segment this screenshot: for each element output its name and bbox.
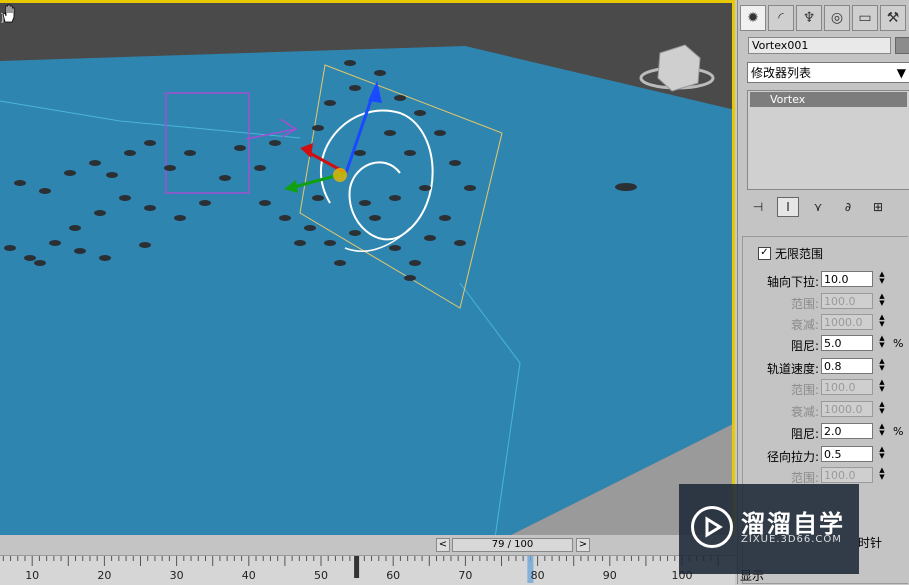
spinner-icon[interactable]: ▲ ▼ — [877, 467, 887, 483]
ruler-tick-label: 30 — [169, 569, 184, 582]
keyframe-marker — [354, 556, 360, 578]
ruler-tick-label: 60 — [386, 569, 401, 582]
time-slider-bar: < 79 / 100 > — [0, 535, 735, 555]
param-row: 范围: 100.0 ▲ ▼ — [743, 467, 909, 486]
param-field[interactable]: 10.0 — [821, 271, 873, 287]
remove-modifier-icon[interactable]: ∂ — [837, 197, 859, 217]
param-field[interactable]: 2.0 — [821, 423, 873, 439]
param-label: 范围: — [790, 383, 819, 397]
modifier-stack: Vortex — [747, 90, 909, 190]
stack-item-vortex[interactable]: Vortex — [750, 92, 907, 107]
hierarchy-tab-icon[interactable]: ♆ — [796, 5, 822, 31]
param-field[interactable]: 1000.0 — [821, 401, 873, 417]
next-frame-button[interactable]: > — [576, 538, 590, 552]
unlimited-range-row: ✓ 无限范围 — [758, 245, 823, 262]
stack-toolbar: ⊣ Ι ⋎ ∂ ⊞ — [747, 196, 909, 218]
param-field[interactable]: 5.0 — [821, 335, 873, 351]
panel-tabs: ✹ ◜ ♆ ◎ ▭ ⚒ — [740, 5, 906, 33]
param-field[interactable]: 100.0 — [821, 293, 873, 309]
ruler-tick-label: 10 — [25, 569, 40, 582]
ruler-tick-label: 70 — [458, 569, 473, 582]
param-row: 轨道速度: 0.8 ▲ ▼ — [743, 358, 909, 377]
chevron-down-icon: ▼ — [896, 65, 906, 80]
param-label: 阻尼: — [790, 339, 819, 353]
param-row: 范围: 100.0 ▲ ▼ — [743, 379, 909, 398]
param-label: 阻尼: — [790, 427, 819, 441]
perspective-viewport[interactable]: ] — [0, 0, 735, 535]
param-field[interactable]: 0.5 — [821, 446, 873, 462]
clockwise-partial-label: 时针 — [858, 536, 883, 550]
make-unique-icon[interactable]: ⋎ — [807, 197, 829, 217]
object-color-swatch[interactable] — [895, 37, 909, 54]
display-tab-icon[interactable]: ▭ — [852, 5, 878, 31]
create-tab-icon[interactable]: ✹ — [740, 5, 766, 31]
watermark-logo: 溜溜自学 ZIXUE.3D66.COM — [679, 484, 859, 574]
unlimited-range-checkbox[interactable]: ✓ — [758, 247, 771, 260]
time-slider-thumb[interactable]: 79 / 100 — [452, 538, 573, 552]
modifier-list-dropdown[interactable]: 修改器列表 ▼ — [747, 62, 909, 83]
param-label: 范围: — [790, 297, 819, 311]
param-row: 范围: 100.0 ▲ ▼ — [743, 293, 909, 312]
unlimited-range-label: 无限范围 — [775, 247, 824, 261]
object-name-field[interactable]: Vortex001 — [748, 37, 891, 54]
param-label: 轨道速度: — [766, 362, 819, 376]
param-label: 衰减: — [790, 405, 819, 419]
modifier-list-label: 修改器列表 — [751, 66, 812, 80]
param-row: 径向拉力: 0.5 ▲ ▼ — [743, 446, 909, 465]
param-row: 阻尼: 2.0 ▲ ▼ % — [743, 423, 909, 442]
motion-tab-icon[interactable]: ◎ — [824, 5, 850, 31]
param-label: 径向拉力: — [766, 450, 819, 464]
param-field[interactable]: 0.8 — [821, 358, 873, 374]
spinner-icon[interactable]: ▲ ▼ — [877, 335, 887, 351]
spinner-icon[interactable]: ▲ ▼ — [877, 293, 887, 309]
watermark-subtitle: ZIXUE.3D66.COM — [741, 534, 842, 545]
configure-sets-icon[interactable]: ⊞ — [867, 197, 889, 217]
param-row: 衰减: 1000.0 ▲ ▼ — [743, 314, 909, 333]
param-row: 轴向下拉: 10.0 ▲ ▼ — [743, 271, 909, 290]
spinner-icon[interactable]: ▲ ▼ — [877, 423, 887, 439]
param-row: 阻尼: 5.0 ▲ ▼ % — [743, 335, 909, 354]
param-field[interactable]: 100.0 — [821, 379, 873, 395]
spinner-icon[interactable]: ▲ ▼ — [877, 379, 887, 395]
play-logo-icon — [691, 506, 733, 548]
param-label: 轴向下拉: — [766, 275, 819, 289]
modify-tab-icon[interactable]: ◜ — [768, 5, 794, 31]
spinner-icon[interactable]: ▲ ▼ — [877, 271, 887, 287]
param-row: 衰减: 1000.0 ▲ ▼ — [743, 401, 909, 420]
utilities-tab-icon[interactable]: ⚒ — [880, 5, 906, 31]
prev-frame-button[interactable]: < — [436, 538, 450, 552]
spinner-icon[interactable]: ▲ ▼ — [877, 358, 887, 374]
ruler-tick-label: 80 — [530, 569, 545, 582]
timeline-ruler[interactable]: 10 20 30 40 50 60 70 80 90 100 — [0, 555, 735, 585]
percent-label: % — [893, 425, 904, 438]
hand-cursor-icon — [2, 4, 15, 23]
spinner-icon[interactable]: ▲ ▼ — [877, 401, 887, 417]
param-field[interactable]: 100.0 — [821, 467, 873, 483]
ruler-tick-label: 50 — [314, 569, 328, 582]
param-field[interactable]: 1000.0 — [821, 314, 873, 330]
param-label: 衰减: — [790, 318, 819, 332]
percent-label: % — [893, 337, 904, 350]
spinner-icon[interactable]: ▲ ▼ — [877, 446, 887, 462]
spinner-icon[interactable]: ▲ ▼ — [877, 314, 887, 330]
ruler-tick-label: 40 — [241, 569, 256, 582]
pin-stack-icon[interactable]: ⊣ — [747, 197, 769, 217]
ruler-tick-label: 20 — [97, 569, 112, 582]
show-end-result-icon[interactable]: Ι — [777, 197, 799, 217]
scene-canvas — [0, 44, 732, 535]
viewcube — [657, 44, 701, 92]
ruler-tick-label: 90 — [602, 569, 617, 582]
